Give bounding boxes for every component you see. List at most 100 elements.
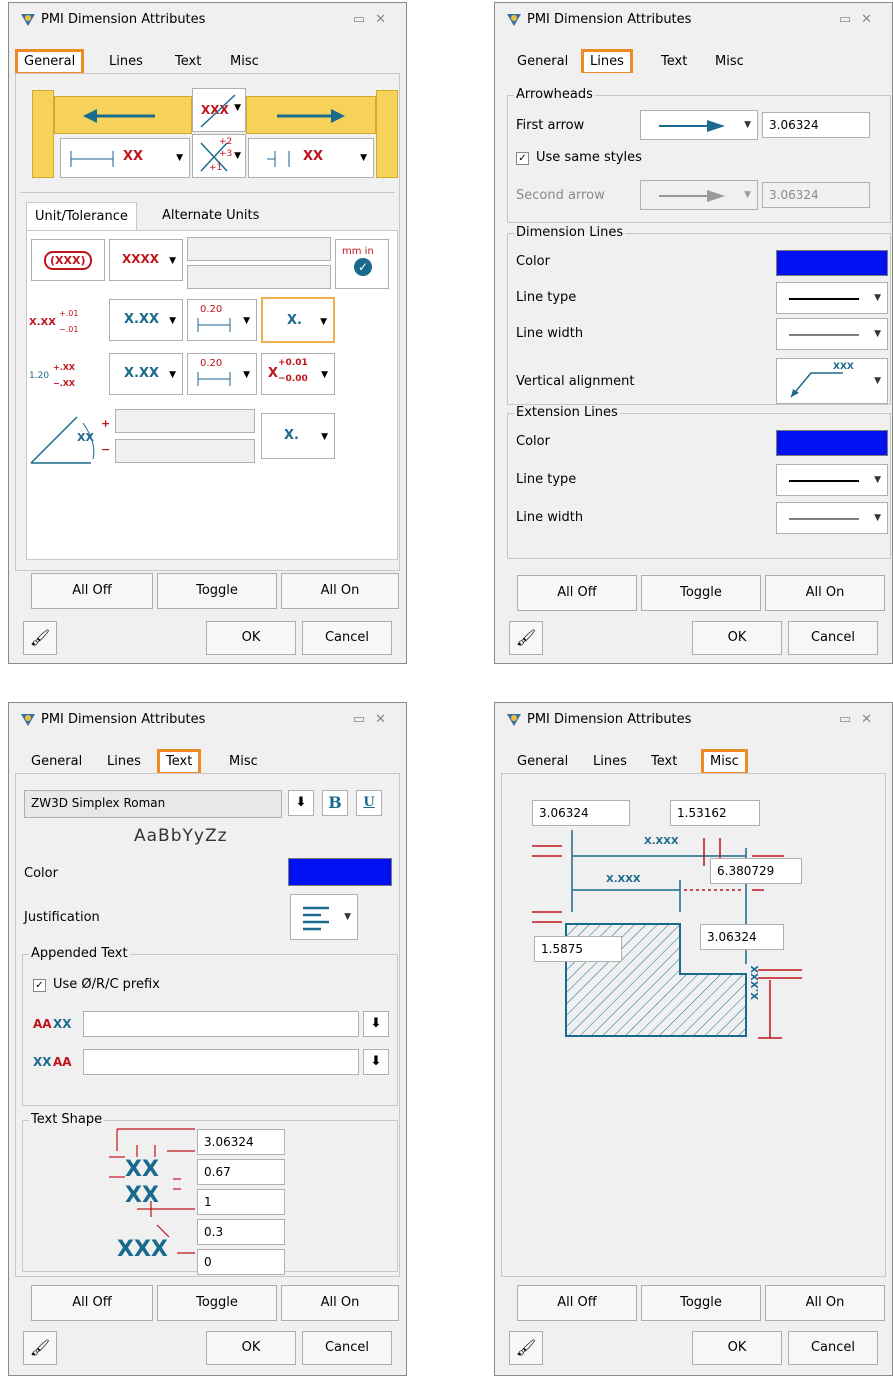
ok-button[interactable]: OK: [692, 621, 782, 655]
cancel-button[interactable]: Cancel: [788, 621, 878, 655]
all-on-button[interactable]: All On: [765, 1285, 885, 1321]
right-dim-style-dropdown[interactable]: XX ▼: [248, 138, 374, 178]
unit-field-1[interactable]: [187, 237, 331, 261]
shape-slant-input[interactable]: 0: [197, 1249, 285, 1275]
row1-tolerance-dropdown[interactable]: 0.20 ▼: [187, 299, 257, 341]
tab-lines[interactable]: Lines: [587, 749, 633, 775]
all-off-button[interactable]: All Off: [31, 1285, 153, 1321]
dim-linewidth-dropdown[interactable]: ▼: [776, 318, 888, 350]
prefix-text-input[interactable]: [83, 1011, 359, 1037]
suffix-text-input[interactable]: [83, 1049, 359, 1075]
ok-button[interactable]: OK: [692, 1331, 782, 1365]
window-controls[interactable]: ▭✕: [839, 12, 882, 27]
brush-icon[interactable]: 🖌: [509, 1331, 543, 1365]
font-arrow-down-button[interactable]: ⬇: [288, 790, 314, 816]
left-extension-bar[interactable]: [32, 90, 54, 178]
tab-misc[interactable]: Misc: [701, 749, 748, 775]
cancel-button[interactable]: Cancel: [788, 1331, 878, 1365]
same-styles-checkbox[interactable]: ✓: [516, 152, 529, 165]
dim-linetype-dropdown[interactable]: ▼: [776, 282, 888, 314]
misc-top-mid-input[interactable]: 1.53162: [670, 800, 760, 826]
shape-height-input[interactable]: 3.06324: [197, 1129, 285, 1155]
row1-precision-dropdown[interactable]: X. ▼: [261, 297, 335, 343]
tab-misc[interactable]: Misc: [223, 749, 264, 775]
window-controls[interactable]: ▭✕: [839, 712, 882, 727]
tab-lines[interactable]: Lines: [581, 49, 633, 75]
angle-precision-dropdown[interactable]: X. ▼: [261, 413, 335, 459]
misc-right-mid-input[interactable]: 3.06324: [700, 924, 784, 950]
tab-general[interactable]: General: [511, 749, 574, 775]
all-off-button[interactable]: All Off: [517, 1285, 637, 1321]
row2-format-dropdown[interactable]: X.XX ▼: [109, 353, 183, 395]
row1-format-dropdown[interactable]: X.XX ▼: [109, 299, 183, 341]
right-arrow-button[interactable]: [246, 96, 376, 134]
tab-general[interactable]: General: [25, 749, 88, 775]
tab-misc[interactable]: Misc: [224, 49, 265, 75]
vertical-alignment-dropdown[interactable]: XXX ▼: [776, 358, 888, 404]
all-off-button[interactable]: All Off: [517, 575, 637, 611]
unit-field-2[interactable]: [187, 265, 331, 289]
tab-text[interactable]: Text: [157, 749, 202, 775]
text-position-button[interactable]: XXX ▼: [192, 88, 246, 132]
tab-text[interactable]: Text: [655, 49, 693, 75]
tab-misc[interactable]: Misc: [709, 49, 750, 75]
misc-left-mid-input[interactable]: 1.5875: [534, 936, 622, 962]
shape-width-ratio-input[interactable]: 0.67: [197, 1159, 285, 1185]
dim-color-swatch[interactable]: [776, 250, 888, 276]
left-dim-style-dropdown[interactable]: XX ▼: [60, 138, 190, 178]
prefix-insert-button[interactable]: ⬇: [363, 1011, 389, 1037]
justification-dropdown[interactable]: ▼: [290, 894, 358, 940]
shape-char-spacing-input[interactable]: 0.3: [197, 1219, 285, 1245]
tab-lines[interactable]: Lines: [103, 49, 149, 75]
tab-lines[interactable]: Lines: [101, 749, 147, 775]
right-extension-bar[interactable]: [376, 90, 398, 178]
all-off-button[interactable]: All Off: [31, 573, 153, 609]
tab-general[interactable]: General: [15, 49, 85, 75]
brush-icon[interactable]: 🖌: [23, 1331, 57, 1365]
ext-color-swatch[interactable]: [776, 430, 888, 456]
all-on-button[interactable]: All On: [281, 573, 399, 609]
window-controls[interactable]: ▭✕: [353, 12, 396, 27]
unit-badge-button[interactable]: (XXX): [31, 239, 105, 281]
toggle-button[interactable]: Toggle: [157, 1285, 277, 1321]
row2-tolerance-format-dropdown[interactable]: X +0.01 −0.00 ▼: [261, 353, 335, 395]
left-arrow-button[interactable]: [54, 96, 192, 134]
ok-button[interactable]: OK: [206, 621, 296, 655]
first-arrow-dropdown[interactable]: ▼: [640, 110, 758, 140]
brush-icon[interactable]: 🖌: [509, 621, 543, 655]
brush-icon[interactable]: 🖌: [23, 621, 57, 655]
toggle-button[interactable]: Toggle: [641, 575, 761, 611]
mm-in-toggle[interactable]: mm in ✓: [335, 239, 389, 289]
toggle-button[interactable]: Toggle: [157, 573, 277, 609]
ok-button[interactable]: OK: [206, 1331, 296, 1365]
subtab-unit-tolerance[interactable]: Unit/Tolerance: [26, 202, 137, 230]
bold-button[interactable]: B: [322, 790, 348, 816]
row2-tolerance-dropdown[interactable]: 0.20 ▼: [187, 353, 257, 395]
all-on-button[interactable]: All On: [765, 575, 885, 611]
cancel-button[interactable]: Cancel: [302, 1331, 392, 1365]
second-arrow-size-input[interactable]: 3.06324: [762, 182, 870, 208]
text-color-swatch[interactable]: [288, 858, 392, 886]
shape-line-spacing-input[interactable]: 1: [197, 1189, 285, 1215]
misc-right-top-input[interactable]: 6.380729: [710, 858, 802, 884]
stack-button[interactable]: +2 +3 +1 ▼: [192, 134, 246, 178]
all-on-button[interactable]: All On: [281, 1285, 399, 1321]
tab-text[interactable]: Text: [169, 49, 207, 75]
second-arrow-dropdown[interactable]: ▼: [640, 180, 758, 210]
tab-text[interactable]: Text: [645, 749, 683, 775]
angle-field-1[interactable]: [115, 409, 255, 433]
toggle-button[interactable]: Toggle: [641, 1285, 761, 1321]
unit-format-dropdown[interactable]: XXXX ▼: [109, 239, 183, 281]
font-dropdown[interactable]: ZW3D Simplex Roman: [24, 790, 282, 818]
underline-button[interactable]: U: [356, 790, 382, 816]
ext-linetype-dropdown[interactable]: ▼: [776, 464, 888, 496]
ext-linewidth-dropdown[interactable]: ▼: [776, 502, 888, 534]
tab-general[interactable]: General: [511, 49, 574, 75]
prefix-checkbox[interactable]: ✓: [33, 979, 46, 992]
angle-field-2[interactable]: [115, 439, 255, 463]
misc-top-left-input[interactable]: 3.06324: [532, 800, 630, 826]
cancel-button[interactable]: Cancel: [302, 621, 392, 655]
subtab-alternate-units[interactable]: Alternate Units: [154, 202, 267, 230]
window-controls[interactable]: ▭✕: [353, 712, 396, 727]
suffix-insert-button[interactable]: ⬇: [363, 1049, 389, 1075]
